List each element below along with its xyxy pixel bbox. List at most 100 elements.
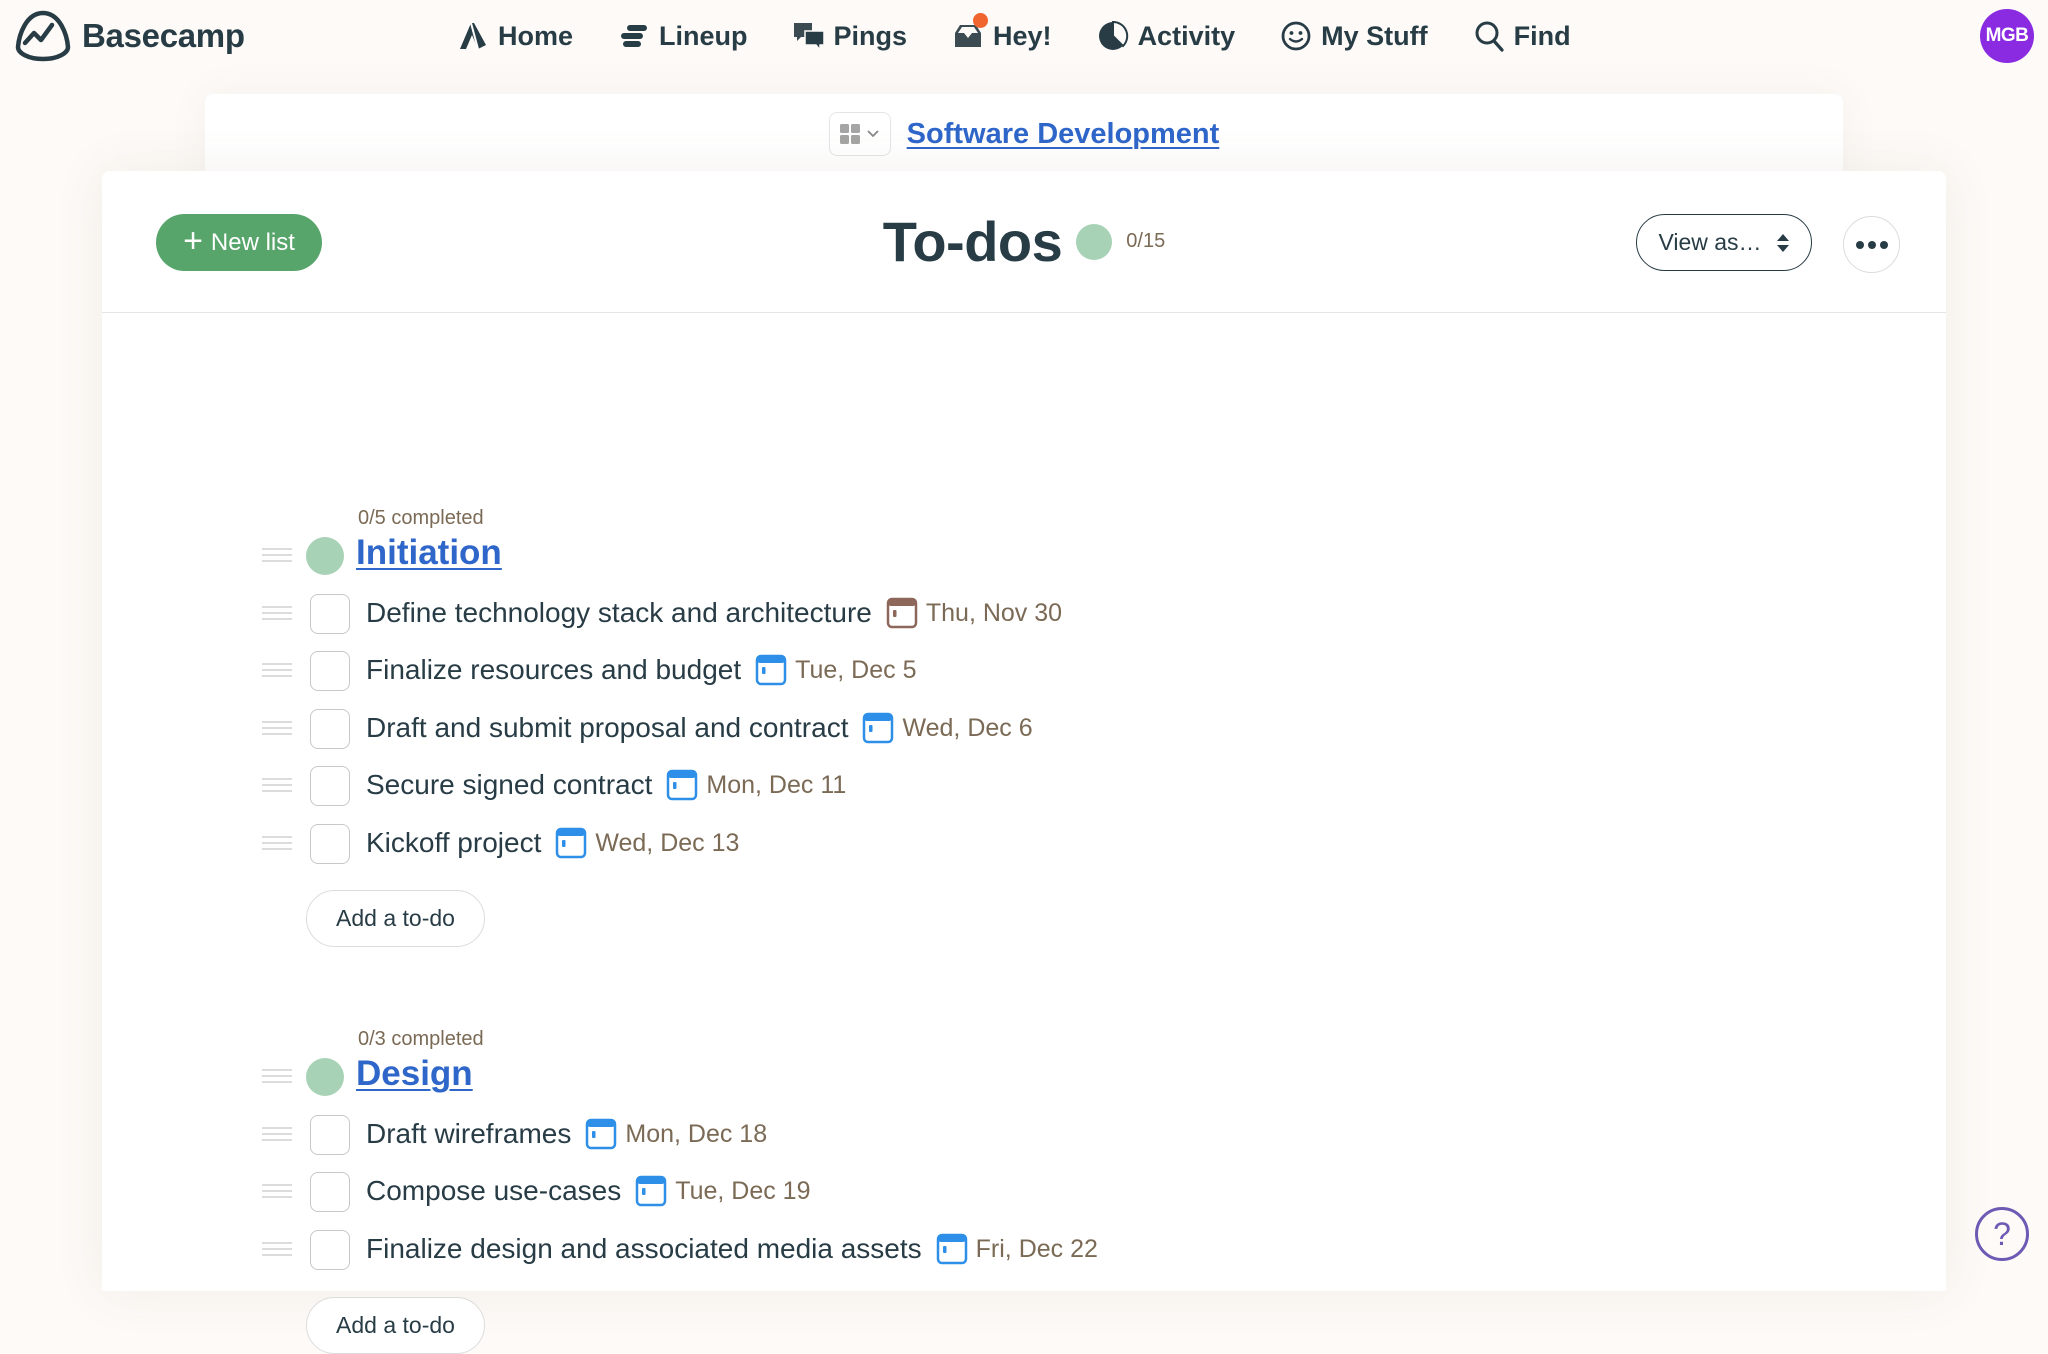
list-completed-count: 0/5 completed	[358, 507, 484, 529]
home-icon	[460, 22, 486, 50]
more-options-button[interactable]	[1843, 216, 1900, 273]
add-todo-button[interactable]: Add a to-do	[306, 890, 485, 947]
drag-handle[interactable]	[262, 663, 292, 677]
list-completed-count: 0/3 completed	[358, 1028, 484, 1050]
help-icon: ?	[1993, 1215, 2011, 1252]
pings-icon	[793, 23, 825, 53]
todo-text[interactable]: Finalize resources and budget	[366, 654, 741, 686]
calendar-overdue-icon	[886, 597, 918, 629]
drag-handle[interactable]	[262, 606, 292, 620]
todo-due-date: Wed, Dec 6	[862, 711, 1033, 745]
todo-text[interactable]: Kickoff project	[366, 827, 541, 859]
nav-lineup[interactable]: Lineup	[617, 19, 748, 53]
project-title-link[interactable]: Software Development	[907, 118, 1220, 151]
todo-content: Define technology stack and architecture…	[366, 596, 1062, 630]
todo-content: Finalize resources and budget Tue, Dec 5	[366, 653, 916, 687]
todo-content: Secure signed contract Mon, Dec 11	[366, 768, 846, 802]
todo-checkbox[interactable]	[310, 651, 350, 691]
todo-content: Draft and submit proposal and contract W…	[366, 711, 1033, 745]
todo-checkbox[interactable]	[310, 1115, 350, 1155]
todo-text[interactable]: Define technology stack and architecture	[366, 597, 872, 629]
todo-due-date: Tue, Dec 19	[635, 1174, 811, 1208]
project-switcher-button[interactable]	[828, 112, 891, 156]
drag-handle[interactable]	[262, 1069, 292, 1083]
drag-handle[interactable]	[262, 836, 292, 850]
ellipsis-dot	[1879, 240, 1888, 249]
nav-mystuff[interactable]: My Stuff	[1279, 19, 1428, 53]
progress-count: 0/15	[1126, 230, 1166, 252]
todo-text[interactable]: Secure signed contract	[366, 769, 652, 801]
lineup-icon	[621, 25, 648, 47]
todo-text[interactable]: Compose use-cases	[366, 1175, 621, 1207]
drag-handle[interactable]	[262, 1184, 292, 1198]
drag-handle[interactable]	[262, 548, 292, 562]
calendar-icon	[936, 1233, 967, 1265]
top-navigation: Basecamp Home Lineup Pings Hey! Activity…	[0, 0, 2048, 72]
ellipsis-dot	[1855, 240, 1864, 249]
todo-checkbox[interactable]	[310, 709, 350, 749]
due-date-text: Thu, Nov 30	[925, 598, 1063, 627]
ellipsis-dot	[1867, 240, 1876, 249]
todo-content: Finalize design and associated media ass…	[366, 1232, 1098, 1266]
my-stuff-icon	[1281, 21, 1311, 51]
due-date-text: Fri, Dec 22	[975, 1234, 1098, 1263]
sort-arrows-icon	[1776, 233, 1789, 252]
brand-name: Basecamp	[82, 17, 245, 54]
todo-due-date: Wed, Dec 13	[555, 826, 739, 860]
search-icon	[1475, 21, 1504, 52]
list-title-row: Design	[102, 1054, 1946, 1098]
todo-item: Kickoff project Wed, Dec 13	[102, 824, 1946, 868]
notification-badge	[973, 13, 989, 28]
list-title-link[interactable]: Initiation	[356, 533, 502, 573]
grid-icon	[839, 124, 860, 144]
todo-content: Kickoff project Wed, Dec 13	[366, 826, 739, 860]
nav-lineup-label: Lineup	[659, 20, 748, 51]
due-date-text: Wed, Dec 6	[902, 713, 1033, 742]
todo-due-date: Mon, Dec 11	[666, 768, 846, 802]
drag-handle[interactable]	[262, 1242, 292, 1256]
due-date-text: Mon, Dec 11	[706, 770, 847, 799]
list-title-link[interactable]: Design	[356, 1054, 473, 1094]
todos-card: + New list To-dos 0/15 View as… 0/5 comp…	[102, 171, 1946, 1354]
page-title: To-dos	[882, 210, 1063, 273]
nav-activity-label: Activity	[1137, 20, 1236, 51]
nav-find[interactable]: Find	[1472, 19, 1571, 53]
todo-due-date: Fri, Dec 22	[936, 1232, 1098, 1266]
drag-handle[interactable]	[262, 721, 292, 735]
brand-link[interactable]: Basecamp	[14, 10, 245, 62]
calendar-icon	[755, 654, 787, 686]
chevron-down-icon	[867, 130, 879, 138]
todo-item: Finalize resources and budget Tue, Dec 5	[102, 651, 1946, 695]
todo-checkbox[interactable]	[310, 824, 350, 864]
nav-home[interactable]: Home	[456, 19, 573, 53]
todo-due-date: Thu, Nov 30	[886, 596, 1062, 630]
todo-checkbox[interactable]	[310, 1172, 350, 1212]
nav-hey[interactable]: Hey!	[951, 13, 1052, 53]
drag-handle[interactable]	[262, 1127, 292, 1141]
todos-header: + New list To-dos 0/15 View as…	[102, 171, 1946, 313]
nav-hey-label: Hey!	[993, 20, 1052, 51]
todo-item: Finalize design and associated media ass…	[102, 1230, 1946, 1274]
help-button[interactable]: ?	[1975, 1207, 2029, 1261]
todo-item: Compose use-cases Tue, Dec 19	[102, 1172, 1946, 1216]
due-date-text: Tue, Dec 5	[795, 655, 917, 684]
due-date-text: Wed, Dec 13	[595, 828, 740, 857]
todo-due-date: Mon, Dec 18	[585, 1117, 767, 1151]
user-avatar[interactable]: MGB	[1980, 9, 2034, 63]
todo-text[interactable]: Draft and submit proposal and contract	[366, 712, 848, 744]
todo-item: Draft and submit proposal and contract W…	[102, 709, 1946, 753]
todo-text[interactable]: Draft wireframes	[366, 1118, 571, 1150]
drag-handle[interactable]	[262, 778, 292, 792]
add-todo-button[interactable]: Add a to-do	[306, 1297, 485, 1354]
nav-activity[interactable]: Activity	[1096, 19, 1236, 53]
calendar-icon	[863, 712, 894, 744]
view-as-label: View as…	[1658, 229, 1762, 255]
todo-checkbox[interactable]	[310, 594, 350, 634]
view-as-select[interactable]: View as…	[1636, 214, 1812, 271]
todo-content: Compose use-cases Tue, Dec 19	[366, 1174, 811, 1208]
progress-pie-icon	[1076, 223, 1113, 260]
nav-pings[interactable]: Pings	[792, 19, 907, 53]
todo-checkbox[interactable]	[310, 766, 350, 806]
todo-text[interactable]: Finalize design and associated media ass…	[366, 1233, 922, 1265]
todo-checkbox[interactable]	[310, 1230, 350, 1270]
